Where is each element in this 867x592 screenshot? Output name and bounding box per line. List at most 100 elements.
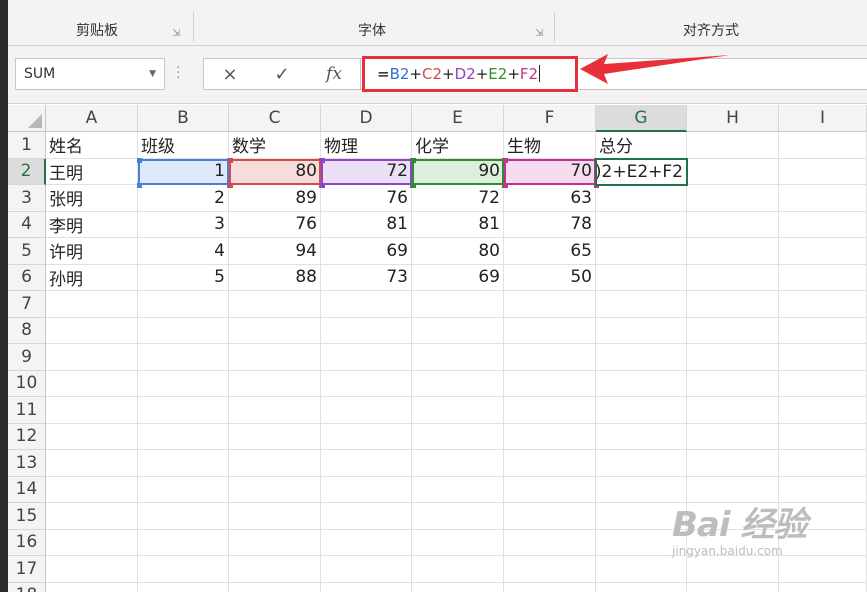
cell-d15[interactable]	[321, 503, 412, 530]
cell-a13[interactable]	[46, 450, 138, 477]
cell-d1[interactable]: 物理	[321, 132, 412, 159]
row-header-6[interactable]: 6	[8, 264, 46, 291]
cell-i18[interactable]	[779, 582, 867, 592]
cell-d9[interactable]	[321, 344, 412, 371]
cell-c15[interactable]	[229, 503, 321, 530]
cell-c3[interactable]: 89	[229, 185, 321, 212]
cell-a18[interactable]	[46, 582, 138, 592]
cell-a4[interactable]: 李明	[46, 211, 138, 238]
row-header-15[interactable]: 15	[8, 503, 46, 530]
cell-d10[interactable]	[321, 370, 412, 397]
cell-b8[interactable]	[138, 317, 229, 344]
column-header-c[interactable]: C	[229, 105, 321, 132]
cell-i8[interactable]	[779, 317, 867, 344]
cell-b11[interactable]	[138, 397, 229, 424]
cell-e12[interactable]	[412, 423, 504, 450]
cell-f18[interactable]	[504, 582, 596, 592]
cell-h17[interactable]	[687, 556, 779, 583]
cell-d16[interactable]	[321, 529, 412, 556]
row-header-9[interactable]: 9	[8, 344, 46, 371]
cell-e9[interactable]	[412, 344, 504, 371]
column-header-g[interactable]: G	[596, 105, 687, 132]
row-header-17[interactable]: 17	[8, 556, 46, 583]
row-header-11[interactable]: 11	[8, 397, 46, 424]
cell-g11[interactable]	[596, 397, 687, 424]
cell-i10[interactable]	[779, 370, 867, 397]
cell-e1[interactable]: 化学	[412, 132, 504, 159]
cell-a8[interactable]	[46, 317, 138, 344]
cell-c1[interactable]: 数学	[229, 132, 321, 159]
cell-f8[interactable]	[504, 317, 596, 344]
column-header-d[interactable]: D	[321, 105, 412, 132]
cell-a6[interactable]: 孙明	[46, 264, 138, 291]
cell-d14[interactable]	[321, 476, 412, 503]
cell-d17[interactable]	[321, 556, 412, 583]
cell-e6[interactable]: 69	[412, 264, 504, 291]
cell-a7[interactable]	[46, 291, 138, 318]
cell-c17[interactable]	[229, 556, 321, 583]
cell-i6[interactable]	[779, 264, 867, 291]
cell-f7[interactable]	[504, 291, 596, 318]
chevron-down-icon[interactable]: ▼	[149, 69, 156, 79]
cell-a1[interactable]: 姓名	[46, 132, 138, 159]
cell-h7[interactable]	[687, 291, 779, 318]
row-header-14[interactable]: 14	[8, 476, 46, 503]
cell-b10[interactable]	[138, 370, 229, 397]
cell-f10[interactable]	[504, 370, 596, 397]
cell-e15[interactable]	[412, 503, 504, 530]
cell-c11[interactable]	[229, 397, 321, 424]
cell-e7[interactable]	[412, 291, 504, 318]
cell-h18[interactable]	[687, 582, 779, 592]
active-cell-g2[interactable]: )2+E2+F2	[595, 157, 688, 186]
cell-g9[interactable]	[596, 344, 687, 371]
cell-g18[interactable]	[596, 582, 687, 592]
cell-b4[interactable]: 3	[138, 211, 229, 238]
cell-d6[interactable]: 73	[321, 264, 412, 291]
column-header-i[interactable]: I	[779, 105, 867, 132]
cell-i7[interactable]	[779, 291, 867, 318]
alignment-group[interactable]: 对齐方式	[555, 0, 867, 46]
cell-d5[interactable]: 69	[321, 238, 412, 265]
cell-g13[interactable]	[596, 450, 687, 477]
row-header-1[interactable]: 1	[8, 132, 46, 159]
insert-function-icon[interactable]: fx	[319, 64, 349, 84]
cell-h6[interactable]	[687, 264, 779, 291]
cell-i12[interactable]	[779, 423, 867, 450]
cell-d7[interactable]	[321, 291, 412, 318]
cell-i17[interactable]	[779, 556, 867, 583]
column-header-a[interactable]: A	[46, 105, 138, 132]
cell-e10[interactable]	[412, 370, 504, 397]
font-dialog-launcher-icon[interactable]: ⇲	[535, 28, 543, 39]
column-header-f[interactable]: F	[504, 105, 596, 132]
cell-b15[interactable]	[138, 503, 229, 530]
cell-i1[interactable]	[779, 132, 867, 159]
cell-f5[interactable]: 65	[504, 238, 596, 265]
cell-b17[interactable]	[138, 556, 229, 583]
row-header-8[interactable]: 8	[8, 317, 46, 344]
cell-c13[interactable]	[229, 450, 321, 477]
cell-a10[interactable]	[46, 370, 138, 397]
cell-e11[interactable]	[412, 397, 504, 424]
cell-h12[interactable]	[687, 423, 779, 450]
cell-a16[interactable]	[46, 529, 138, 556]
cell-c5[interactable]: 94	[229, 238, 321, 265]
cell-g8[interactable]	[596, 317, 687, 344]
cell-g3[interactable]	[596, 185, 687, 212]
cell-b12[interactable]	[138, 423, 229, 450]
cell-b6[interactable]: 5	[138, 264, 229, 291]
select-all-corner[interactable]	[8, 105, 46, 132]
cell-f16[interactable]	[504, 529, 596, 556]
cell-a14[interactable]	[46, 476, 138, 503]
cell-f17[interactable]	[504, 556, 596, 583]
cell-f3[interactable]: 63	[504, 185, 596, 212]
cell-d2[interactable]: 72	[321, 158, 412, 185]
cell-f4[interactable]: 78	[504, 211, 596, 238]
cell-e13[interactable]	[412, 450, 504, 477]
cell-c7[interactable]	[229, 291, 321, 318]
cell-h9[interactable]	[687, 344, 779, 371]
formula-input[interactable]: =B2+C2+D2+E2+F2	[362, 56, 578, 92]
cell-d12[interactable]	[321, 423, 412, 450]
cell-c4[interactable]: 76	[229, 211, 321, 238]
cell-f11[interactable]	[504, 397, 596, 424]
cell-h4[interactable]	[687, 211, 779, 238]
